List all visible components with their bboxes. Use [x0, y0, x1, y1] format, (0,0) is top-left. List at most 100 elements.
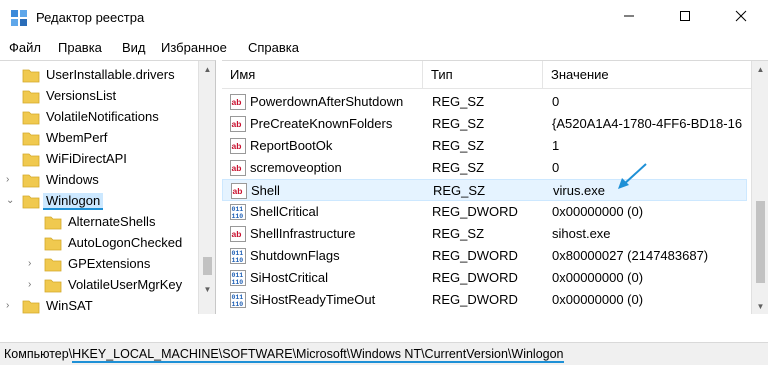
value-row[interactable]: ab PreCreateKnownFolders REG_SZ {A520A1A4-1…	[222, 113, 747, 135]
folder-icon	[22, 195, 40, 209]
folder-icon	[44, 237, 62, 251]
svg-text:ab: ab	[232, 97, 242, 107]
value-name: Shell	[251, 183, 280, 198]
folder-icon	[44, 279, 62, 293]
svg-text:110: 110	[232, 213, 244, 220]
menu-favorites[interactable]: Избранное	[158, 39, 230, 56]
folder-icon	[22, 69, 40, 83]
string-value-icon: ab	[230, 226, 246, 242]
status-bar: Компьютер\HKEY_LOCAL_MACHINE\SOFTWARE\Mi…	[0, 342, 768, 365]
close-button[interactable]	[718, 0, 764, 32]
tree-item-label: WbemPerf	[46, 130, 108, 145]
tree-item[interactable]: AlternateShells	[0, 212, 198, 233]
tree-item[interactable]: ⌄ Winlogon	[0, 191, 198, 212]
tree-item[interactable]: VersionsList	[0, 86, 198, 107]
svg-text:ab: ab	[233, 186, 243, 196]
svg-text:ab: ab	[232, 229, 242, 239]
svg-text:011: 011	[232, 250, 244, 257]
value-row[interactable]: ab Shell REG_SZ virus.exe	[222, 179, 747, 201]
svg-text:011: 011	[232, 206, 244, 213]
value-name: ReportBootOk	[250, 138, 333, 153]
tree-item-label: AutoLogonChecked	[68, 235, 183, 250]
value-name: scremoveoption	[250, 160, 342, 175]
collapsed-chevron-icon[interactable]: ›	[28, 258, 38, 270]
tree-item[interactable]: › Windows	[0, 170, 198, 191]
value-type: REG_DWORD	[432, 248, 518, 263]
binary-value-icon: 011110	[230, 204, 246, 220]
value-name: PreCreateKnownFolders	[250, 116, 393, 131]
values-scroll-down-icon[interactable]: ▼	[752, 298, 768, 314]
svg-text:011: 011	[232, 272, 244, 279]
value-type: REG_SZ	[432, 138, 485, 153]
tree-scroll-thumb[interactable]	[203, 257, 212, 275]
folder-icon	[22, 132, 40, 146]
folder-icon	[22, 174, 40, 188]
value-data: 0x00000000 (0)	[552, 204, 644, 219]
value-row[interactable]: 011 110 SiHostReadyTimeOut REG_DWORD 0x00000…	[222, 289, 747, 311]
tree-item[interactable]: WbemPerf	[0, 128, 198, 149]
value-type: REG_SZ	[432, 94, 485, 109]
collapsed-chevron-icon[interactable]: ›	[28, 279, 38, 291]
value-data: 1	[552, 138, 560, 153]
values-scroll-thumb[interactable]	[756, 201, 765, 283]
maximize-button[interactable]	[662, 0, 708, 32]
value-data: 0x80000027 (2147483687)	[552, 248, 709, 263]
minimize-button[interactable]	[606, 0, 652, 32]
svg-text:110: 110	[232, 279, 244, 286]
values-vertical-scrollbar[interactable]: ▲ ▼	[751, 61, 768, 314]
value-name: SiHostReadyTimeOut	[250, 292, 376, 307]
value-row[interactable]: ab ShellInfrastructure REG_SZ sihost.exe	[222, 223, 747, 245]
binary-value-icon: 011110	[230, 248, 246, 264]
value-row[interactable]: ab scremoveoption REG_SZ 0	[222, 157, 747, 179]
scroll-down-icon[interactable]: ▼	[199, 281, 215, 298]
folder-icon	[22, 300, 40, 314]
expanded-chevron-icon[interactable]: ⌄	[6, 195, 16, 207]
menu-edit[interactable]: Правка	[55, 39, 105, 56]
svg-text:ab: ab	[232, 163, 242, 173]
collapsed-chevron-icon[interactable]: ›	[6, 174, 16, 186]
annotation-arrow-icon	[618, 163, 647, 189]
menu-view[interactable]: Вид	[119, 39, 149, 56]
tree-item[interactable]: › GPExtensions	[0, 254, 198, 275]
value-name: ShellCritical	[250, 204, 319, 219]
tree-item[interactable]: UserInstallable.drivers	[0, 65, 198, 86]
tree-item[interactable]: VolatileNotifications	[0, 107, 198, 128]
values-scroll-up-icon[interactable]: ▲	[752, 61, 768, 78]
collapsed-chevron-icon[interactable]: ›	[6, 300, 16, 312]
value-row[interactable]: ab ReportBootOk REG_SZ 1	[222, 135, 747, 157]
column-header-name[interactable]: Имя	[222, 61, 423, 89]
menu-file[interactable]: Файл	[6, 39, 44, 56]
binary-value-icon: 011110	[230, 270, 246, 286]
tree-item[interactable]: › WinSAT	[0, 296, 198, 314]
tree-item[interactable]: WiFiDirectAPI	[0, 149, 198, 170]
menu-bar: Файл Правка Вид Избранное Справка	[0, 36, 768, 60]
column-header-data[interactable]: Значение	[543, 61, 751, 89]
registry-tree[interactable]: UserInstallable.drivers VersionsList Volat…	[0, 60, 216, 314]
value-row[interactable]: ab PowerdownAfterShutdown REG_SZ 0	[222, 91, 747, 113]
tree-item[interactable]: › VolatileUserMgrKey	[0, 275, 198, 296]
folder-icon	[22, 90, 40, 104]
string-value-icon: ab	[230, 116, 246, 132]
value-type: REG_DWORD	[432, 270, 518, 285]
tree-vertical-scrollbar[interactable]: ▲ ▼	[198, 61, 215, 314]
value-type: REG_SZ	[433, 183, 486, 198]
scroll-up-icon[interactable]: ▲	[199, 61, 215, 78]
value-row[interactable]: 011 110 ShutdownFlags REG_DWORD 0x80000027 (…	[222, 245, 747, 267]
value-type: REG_DWORD	[432, 204, 518, 219]
folder-icon	[22, 153, 40, 167]
column-header-type[interactable]: Тип	[423, 61, 543, 89]
value-data: 0	[552, 160, 560, 175]
svg-text:ab: ab	[232, 119, 242, 129]
tree-item-label: VolatileUserMgrKey	[68, 277, 183, 292]
values-header: Имя Тип Значение	[222, 61, 751, 89]
value-data: sihost.exe	[552, 226, 611, 241]
values-pane-bottom	[222, 314, 768, 342]
values-list[interactable]: Имя Тип Значение ab PowerdownAfterShutdow…	[222, 60, 768, 314]
folder-icon	[44, 216, 62, 230]
value-row[interactable]: 011 110 SiHostCritical REG_DWORD 0x00000000 …	[222, 267, 747, 289]
value-row[interactable]: 011 110 ShellCritical REG_DWORD 0x00000000 (…	[222, 201, 747, 223]
window-title: Редактор реестра	[36, 10, 145, 25]
tree-item[interactable]: AutoLogonChecked	[0, 233, 198, 254]
menu-help[interactable]: Справка	[245, 39, 302, 56]
string-value-icon: ab	[231, 183, 247, 199]
